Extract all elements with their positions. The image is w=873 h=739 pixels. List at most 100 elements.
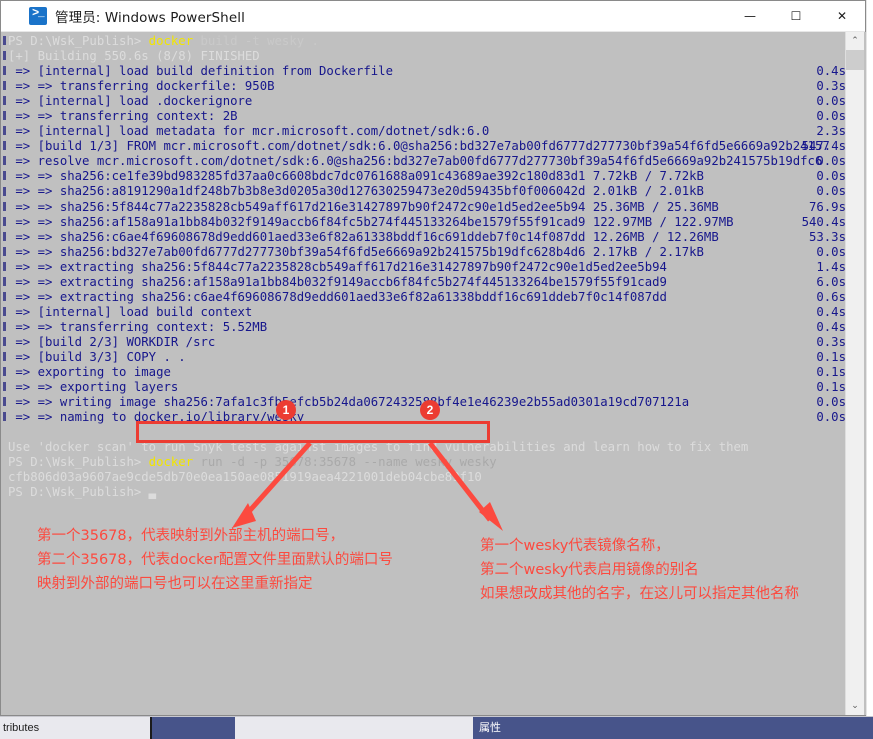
gutter-tick <box>3 186 6 196</box>
gutter-tick <box>3 216 6 226</box>
console-line: => [internal] load build context 0.4s <box>8 305 846 320</box>
chevron-up-icon: ⌃ <box>851 36 859 46</box>
taskbar-right-text: 属性 <box>473 717 873 739</box>
minimize-icon: — <box>744 9 756 23</box>
console-text: build -t wesky . <box>193 34 319 48</box>
window-titlebar[interactable]: 管理员: Windows PowerShell — ☐ ✕ <box>1 1 865 32</box>
gutter-tick <box>3 276 6 286</box>
scroll-down-button[interactable]: ⌄ <box>846 697 864 715</box>
console-text: => [internal] load build definition from… <box>8 64 393 79</box>
console-line-duration: 0.3s <box>816 79 846 94</box>
console-text: docker <box>148 34 194 48</box>
console-line: => => sha256:5f844c77a2235828cb549aff617… <box>8 200 846 215</box>
console-line-duration: 6.0s <box>816 274 846 289</box>
console-text: => => sha256:5f844c77a2235828cb549aff617… <box>8 199 719 214</box>
console-line: => => extracting sha256:af158a91a1bb84b0… <box>8 275 846 290</box>
console-line-duration: 0.0s <box>816 395 846 410</box>
gutter-tick <box>3 412 6 422</box>
gutter-tick <box>3 337 6 346</box>
console-line: => => exporting layers 0.1s <box>8 380 846 395</box>
console-text: => => sha256:c6ae4f69608678d9edd601aed33… <box>8 229 719 244</box>
console-line-duration: 2.3s <box>816 124 846 139</box>
maximize-button[interactable]: ☐ <box>773 1 819 31</box>
console-line-duration: 540.4s <box>801 214 846 229</box>
gutter-tick <box>3 36 6 45</box>
console-line: => => sha256:af158a91a1bb84b032f9149accb… <box>8 215 846 230</box>
console-line-duration: 0.0s <box>816 109 846 124</box>
gutter-tick <box>3 291 6 301</box>
console-text: => => transferring context: 2B <box>8 109 238 124</box>
console-line: => [build 2/3] WORKDIR /src 0.3s <box>8 335 846 350</box>
console-vertical-scrollbar[interactable]: ⌃ ⌄ <box>845 32 864 715</box>
console-text: => => sha256:ce1fe39bd983285fd37aa0c6608… <box>8 169 704 184</box>
annotation-badge-2: 2 <box>420 400 440 420</box>
gutter-tick <box>3 246 6 256</box>
console-line: => => sha256:a8191290a1df248b7b3b8e3d020… <box>8 184 846 199</box>
console-line: PS D:\Wsk_Publish> docker build -t wesky… <box>8 34 846 49</box>
console-text: ▃ <box>148 485 157 500</box>
gutter-tick <box>3 171 6 181</box>
chevron-down-icon: ⌄ <box>851 701 859 711</box>
taskbar: tributes 属性 <box>0 716 873 739</box>
console-line-duration: 1.4s <box>816 259 846 274</box>
console-line: [+] Building 550.6s (8/8) FINISHED <box>8 49 846 64</box>
console-text: => exporting to image <box>8 365 171 380</box>
console-line-duration: 0.4s <box>816 64 846 79</box>
gutter-tick <box>3 126 6 136</box>
annotation-line: 第一个wesky代表镜像名称， <box>480 538 670 554</box>
powershell-icon <box>29 6 47 25</box>
annotation-line: 如果想改成其他的名字，在这儿可以指定其他名称 <box>480 586 799 602</box>
close-button[interactable]: ✕ <box>819 1 865 31</box>
console-text: => => transferring context: 5.52MB <box>8 319 268 334</box>
taskbar-button[interactable] <box>150 717 235 739</box>
console-text: => => exporting layers <box>8 380 179 395</box>
gutter-tick <box>3 321 6 331</box>
console-line: => => sha256:ce1fe39bd983285fd37aa0c6608… <box>8 169 846 184</box>
annotation-line: 第二个wesky代表启用镜像的别名 <box>480 562 699 578</box>
console-line-duration: 0.6s <box>816 289 846 304</box>
annotation-line: 第一个35678，代表映射到外部主机的端口号， <box>37 528 345 544</box>
gutter-tick <box>3 397 6 407</box>
close-icon: ✕ <box>836 9 848 23</box>
console-output-area[interactable]: PS D:\Wsk_Publish> docker build -t wesky… <box>2 32 866 715</box>
console-text: => => writing image sha256:7afa1c3fb5efc… <box>8 395 690 410</box>
console-line-duration: 53.3s <box>808 229 846 244</box>
console-line-duration: 0.1s <box>816 365 846 380</box>
console-line-duration: 0.0s <box>816 410 846 425</box>
console-text: => [build 1/3] FROM mcr.microsoft.com/do… <box>8 139 830 154</box>
minimize-button[interactable]: — <box>727 1 773 31</box>
console-line: => resolve mcr.microsoft.com/dotnet/sdk:… <box>8 154 846 169</box>
console-text: => => sha256:bd327e7ab00fd6777d277730bf3… <box>8 244 704 259</box>
console-line: => => transferring context: 5.52MB 0.4s <box>8 320 846 335</box>
console-line: => => transferring dockerfile: 950B 0.3s <box>8 79 846 94</box>
console-text: docker <box>148 455 194 470</box>
console-line: PS D:\Wsk_Publish> ▃ <box>8 485 846 500</box>
console-line-duration: 76.9s <box>808 199 846 214</box>
console-text: => resolve mcr.microsoft.com/dotnet/sdk:… <box>8 154 823 169</box>
gutter-tick <box>3 81 6 91</box>
gutter-tick <box>3 352 6 362</box>
gutter-tick <box>3 141 6 151</box>
console-text: => => extracting sha256:c6ae4f69608678d9… <box>8 289 667 304</box>
console-line-duration: 547.4s <box>801 139 846 154</box>
gutter-tick <box>3 111 6 121</box>
console-line: => [internal] load .dockerignore 0.0s <box>8 94 846 109</box>
console-text: => [internal] load metadata for mcr.micr… <box>8 124 490 139</box>
console-text: cfb806d03a9607ae9cde5db70e0ea150ae085191… <box>8 470 482 485</box>
console-line: => => sha256:bd327e7ab00fd6777d277730bf3… <box>8 245 846 260</box>
annotation-note-left: 第一个35678，代表映射到外部主机的端口号， 第二个35678，代表docker… <box>37 524 393 596</box>
window-title: 管理员: Windows PowerShell <box>55 10 245 26</box>
console-line-duration: 0.0s <box>816 244 846 259</box>
scrollbar-thumb[interactable] <box>846 50 864 70</box>
console-line-duration: 0.0s <box>816 184 846 199</box>
console-line: cfb806d03a9607ae9cde5db70e0ea150ae085191… <box>8 470 846 485</box>
console-line: => [internal] load metadata for mcr.micr… <box>8 124 846 139</box>
console-text: run -d -p 35678:35678 --name wesky wesky <box>193 455 497 470</box>
console-line-duration: 0.0s <box>816 154 846 169</box>
console-line: => => extracting sha256:c6ae4f69608678d9… <box>8 290 846 305</box>
gutter-tick <box>3 201 6 211</box>
console-line-duration: 0.1s <box>816 349 846 364</box>
annotation-line: 映射到外部的端口号也可以在这里重新指定 <box>37 576 313 592</box>
gutter-tick <box>3 306 6 316</box>
scroll-up-button[interactable]: ⌃ <box>846 32 864 50</box>
